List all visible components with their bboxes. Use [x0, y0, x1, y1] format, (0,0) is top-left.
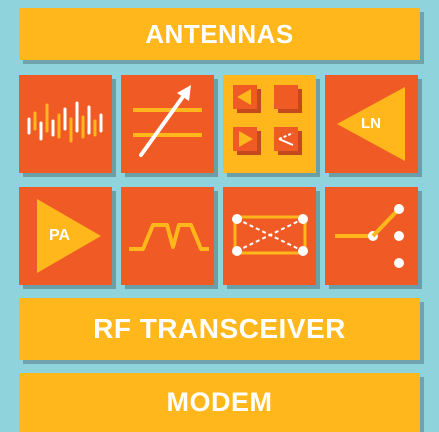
rf-transceiver-label: RF TRANSCEIVER — [93, 313, 346, 344]
filter-response-icon — [129, 223, 209, 251]
tunable-filter-tile — [121, 75, 214, 173]
antennas-label: ANTENNAS — [145, 18, 294, 49]
switch-matrix-tile — [223, 75, 316, 173]
filter-response-tile — [121, 187, 214, 285]
spdt-switch-icon — [335, 204, 404, 268]
lna-tile: LN — [325, 75, 418, 173]
pa-label: PA — [49, 227, 71, 244]
waveform-icon — [27, 101, 103, 143]
lna-label: LN — [361, 115, 381, 132]
antennas-bar: ANTENNAS — [19, 8, 420, 60]
waveform-tile — [19, 75, 112, 173]
spdt-switch-tile — [325, 187, 418, 285]
rf-transceiver-bar: RF TRANSCEIVER — [19, 298, 420, 360]
crossover-switch-icon — [232, 214, 308, 256]
pa-tile: PA — [19, 187, 112, 285]
modem-label: MODEM — [166, 387, 273, 417]
tunable-filter-icon — [133, 85, 202, 157]
switch-matrix-icon — [233, 85, 302, 155]
modem-bar: MODEM — [19, 373, 420, 432]
crossover-switch-tile — [223, 187, 316, 285]
